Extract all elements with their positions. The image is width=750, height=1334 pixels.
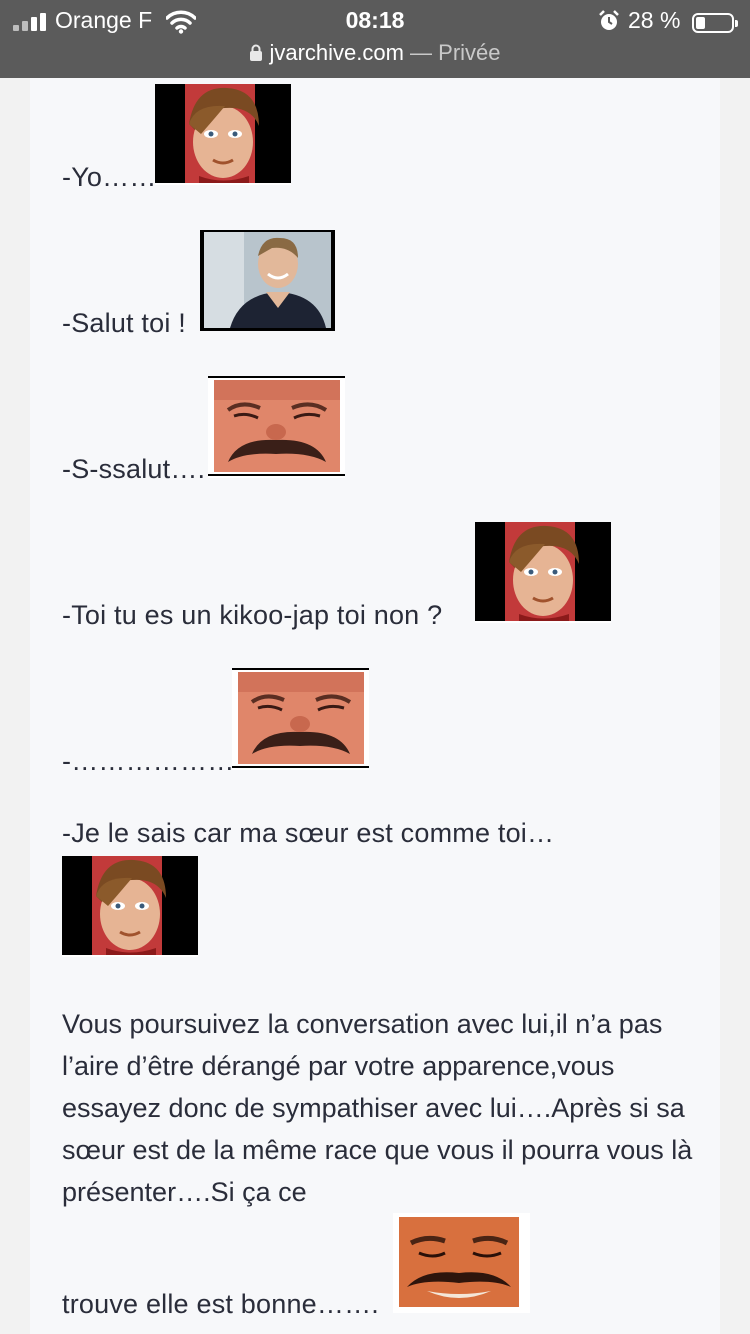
dialogue-line: trouve elle est bonne……. [62,1289,379,1319]
url-host: jvarchive.com [269,40,404,65]
narrative-paragraph: Vous poursuivez la conversation avec lui… [62,1009,693,1207]
risitas-sticker [232,668,369,770]
dialogue-line: -Je le sais car ma sœur est comme toi… [62,818,555,848]
dialogue-line: -S-ssalut…. [62,454,206,484]
dialogue-line: -Yo…… [62,162,157,192]
url-private-label: — Privée [403,40,501,65]
battery-icon [692,13,738,33]
lock-icon [249,42,263,61]
risitas-sticker [393,1213,530,1313]
smiling-man-sticker [200,230,335,331]
kikoo-boy-sticker [62,856,198,957]
dialogue-line: -Salut toi ! [62,308,186,338]
kikoo-boy-sticker [475,522,611,623]
alarm-icon [598,10,620,32]
dialogue-line: -Toi tu es un kikoo-jap toi non ? [62,600,443,630]
kikoo-boy-sticker [155,84,291,185]
risitas-sticker [208,376,345,478]
post-content: -Yo…… -Salut toi ! -S-ssalut…. -Toi tu e… [30,78,720,1334]
dialogue-line: -……………….. [62,746,250,776]
address-bar[interactable]: jvarchive.com — Privée [0,40,750,66]
battery-percent: 28 % [628,7,681,33]
status-bar: Orange F 08:18 28 % jvarchive.com — Priv… [0,0,750,78]
